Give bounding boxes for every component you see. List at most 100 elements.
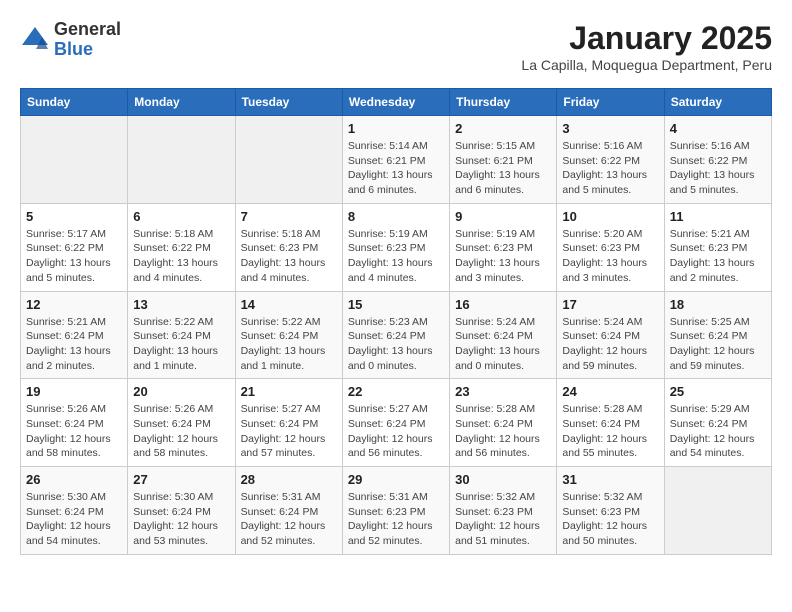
day-info: Sunrise: 5:18 AMSunset: 6:23 PMDaylight:… [241, 227, 337, 286]
calendar-cell: 20 Sunrise: 5:26 AMSunset: 6:24 PMDayligh… [128, 379, 235, 467]
calendar-cell: 30 Sunrise: 5:32 AMSunset: 6:23 PMDayligh… [450, 467, 557, 555]
day-number: 20 [133, 384, 229, 399]
weekday-header-saturday: Saturday [664, 89, 771, 116]
logo-blue-text: Blue [54, 40, 121, 60]
day-number: 22 [348, 384, 444, 399]
calendar-cell [235, 116, 342, 204]
day-number: 7 [241, 209, 337, 224]
day-info: Sunrise: 5:22 AMSunset: 6:24 PMDaylight:… [241, 315, 337, 374]
logo: General Blue [20, 20, 121, 60]
day-info: Sunrise: 5:26 AMSunset: 6:24 PMDaylight:… [133, 402, 229, 461]
day-info: Sunrise: 5:29 AMSunset: 6:24 PMDaylight:… [670, 402, 766, 461]
calendar-cell: 1Sunrise: 5:14 AMSunset: 6:21 PMDaylight… [342, 116, 449, 204]
day-number: 19 [26, 384, 122, 399]
day-info: Sunrise: 5:15 AMSunset: 6:21 PMDaylight:… [455, 139, 551, 198]
page-header: General Blue January 2025 La Capilla, Mo… [20, 20, 772, 73]
day-info: Sunrise: 5:32 AMSunset: 6:23 PMDaylight:… [455, 490, 551, 549]
weekday-header-thursday: Thursday [450, 89, 557, 116]
title-block: January 2025 La Capilla, Moquegua Depart… [521, 20, 772, 73]
day-number: 18 [670, 297, 766, 312]
calendar-cell: 4Sunrise: 5:16 AMSunset: 6:22 PMDaylight… [664, 116, 771, 204]
day-info: Sunrise: 5:25 AMSunset: 6:24 PMDaylight:… [670, 315, 766, 374]
day-number: 13 [133, 297, 229, 312]
day-info: Sunrise: 5:27 AMSunset: 6:24 PMDaylight:… [241, 402, 337, 461]
weekday-header-wednesday: Wednesday [342, 89, 449, 116]
day-info: Sunrise: 5:28 AMSunset: 6:24 PMDaylight:… [562, 402, 658, 461]
calendar-week-row: 12 Sunrise: 5:21 AMSunset: 6:24 PMDayligh… [21, 291, 772, 379]
day-info: Sunrise: 5:14 AMSunset: 6:21 PMDaylight:… [348, 139, 444, 198]
calendar-cell: 22 Sunrise: 5:27 AMSunset: 6:24 PMDayligh… [342, 379, 449, 467]
calendar-cell: 29 Sunrise: 5:31 AMSunset: 6:23 PMDayligh… [342, 467, 449, 555]
calendar-cell: 13 Sunrise: 5:22 AMSunset: 6:24 PMDayligh… [128, 291, 235, 379]
calendar-cell: 26 Sunrise: 5:30 AMSunset: 6:24 PMDayligh… [21, 467, 128, 555]
calendar-cell: 10 Sunrise: 5:20 AMSunset: 6:23 PMDayligh… [557, 203, 664, 291]
day-info: Sunrise: 5:22 AMSunset: 6:24 PMDaylight:… [133, 315, 229, 374]
calendar-cell: 14 Sunrise: 5:22 AMSunset: 6:24 PMDayligh… [235, 291, 342, 379]
weekday-header-tuesday: Tuesday [235, 89, 342, 116]
calendar-cell [664, 467, 771, 555]
day-number: 23 [455, 384, 551, 399]
calendar-cell: 3 Sunrise: 5:16 AMSunset: 6:22 PMDaylight… [557, 116, 664, 204]
calendar-cell: 18 Sunrise: 5:25 AMSunset: 6:24 PMDayligh… [664, 291, 771, 379]
day-info: Sunrise: 5:18 AMSunset: 6:22 PMDaylight:… [133, 227, 229, 286]
calendar-cell: 21Sunrise: 5:27 AMSunset: 6:24 PMDayligh… [235, 379, 342, 467]
day-number: 27 [133, 472, 229, 487]
weekday-header-row: SundayMondayTuesdayWednesdayThursdayFrid… [21, 89, 772, 116]
day-info: Sunrise: 5:27 AMSunset: 6:24 PMDaylight:… [348, 402, 444, 461]
calendar-cell: 25 Sunrise: 5:29 AMSunset: 6:24 PMDayligh… [664, 379, 771, 467]
day-number: 17 [562, 297, 658, 312]
day-number: 5 [26, 209, 122, 224]
calendar-cell: 24 Sunrise: 5:28 AMSunset: 6:24 PMDayligh… [557, 379, 664, 467]
day-number: 30 [455, 472, 551, 487]
calendar-cell: 12 Sunrise: 5:21 AMSunset: 6:24 PMDayligh… [21, 291, 128, 379]
calendar-table: SundayMondayTuesdayWednesdayThursdayFrid… [20, 88, 772, 555]
calendar-cell: 6Sunrise: 5:18 AMSunset: 6:22 PMDaylight… [128, 203, 235, 291]
day-number: 14 [241, 297, 337, 312]
weekday-header-monday: Monday [128, 89, 235, 116]
day-number: 11 [670, 209, 766, 224]
calendar-cell: 9 Sunrise: 5:19 AMSunset: 6:23 PMDaylight… [450, 203, 557, 291]
calendar-cell: 17 Sunrise: 5:24 AMSunset: 6:24 PMDayligh… [557, 291, 664, 379]
day-number: 12 [26, 297, 122, 312]
weekday-header-sunday: Sunday [21, 89, 128, 116]
calendar-cell: 15Sunrise: 5:23 AMSunset: 6:24 PMDayligh… [342, 291, 449, 379]
day-info: Sunrise: 5:19 AMSunset: 6:23 PMDaylight:… [455, 227, 551, 286]
calendar-cell: 27 Sunrise: 5:30 AMSunset: 6:24 PMDayligh… [128, 467, 235, 555]
day-info: Sunrise: 5:24 AMSunset: 6:24 PMDaylight:… [455, 315, 551, 374]
day-number: 8 [348, 209, 444, 224]
calendar-cell [21, 116, 128, 204]
day-info: Sunrise: 5:16 AMSunset: 6:22 PMDaylight:… [670, 139, 766, 198]
day-info: Sunrise: 5:31 AMSunset: 6:23 PMDaylight:… [348, 490, 444, 549]
calendar-cell: 19Sunrise: 5:26 AMSunset: 6:24 PMDayligh… [21, 379, 128, 467]
day-number: 28 [241, 472, 337, 487]
day-info: Sunrise: 5:20 AMSunset: 6:23 PMDaylight:… [562, 227, 658, 286]
day-number: 24 [562, 384, 658, 399]
day-number: 26 [26, 472, 122, 487]
day-info: Sunrise: 5:23 AMSunset: 6:24 PMDaylight:… [348, 315, 444, 374]
day-number: 2 [455, 121, 551, 136]
calendar-cell: 23 Sunrise: 5:28 AMSunset: 6:24 PMDayligh… [450, 379, 557, 467]
month-title: January 2025 [521, 20, 772, 57]
calendar-cell [128, 116, 235, 204]
day-info: Sunrise: 5:28 AMSunset: 6:24 PMDaylight:… [455, 402, 551, 461]
calendar-cell: 2 Sunrise: 5:15 AMSunset: 6:21 PMDaylight… [450, 116, 557, 204]
day-number: 25 [670, 384, 766, 399]
day-info: Sunrise: 5:16 AMSunset: 6:22 PMDaylight:… [562, 139, 658, 198]
day-info: Sunrise: 5:24 AMSunset: 6:24 PMDaylight:… [562, 315, 658, 374]
day-info: Sunrise: 5:30 AMSunset: 6:24 PMDaylight:… [133, 490, 229, 549]
location-subtitle: La Capilla, Moquegua Department, Peru [521, 57, 772, 73]
day-number: 3 [562, 121, 658, 136]
day-info: Sunrise: 5:19 AMSunset: 6:23 PMDaylight:… [348, 227, 444, 286]
calendar-week-row: 19 Sunrise: 5:26 AMSunset: 6:24 PMDayligh… [21, 379, 772, 467]
calendar-week-row: 1Sunrise: 5:14 AMSunset: 6:21 PMDaylight… [21, 116, 772, 204]
day-number: 10 [562, 209, 658, 224]
calendar-week-row: 26 Sunrise: 5:30 AMSunset: 6:24 PMDayligh… [21, 467, 772, 555]
day-info: Sunrise: 5:21 AMSunset: 6:23 PMDaylight:… [670, 227, 766, 286]
logo-general-text: General [54, 20, 121, 40]
day-number: 9 [455, 209, 551, 224]
calendar-cell: 28Sunrise: 5:31 AMSunset: 6:24 PMDayligh… [235, 467, 342, 555]
day-number: 31 [562, 472, 658, 487]
day-number: 29 [348, 472, 444, 487]
day-info: Sunrise: 5:30 AMSunset: 6:24 PMDaylight:… [26, 490, 122, 549]
day-info: Sunrise: 5:21 AMSunset: 6:24 PMDaylight:… [26, 315, 122, 374]
